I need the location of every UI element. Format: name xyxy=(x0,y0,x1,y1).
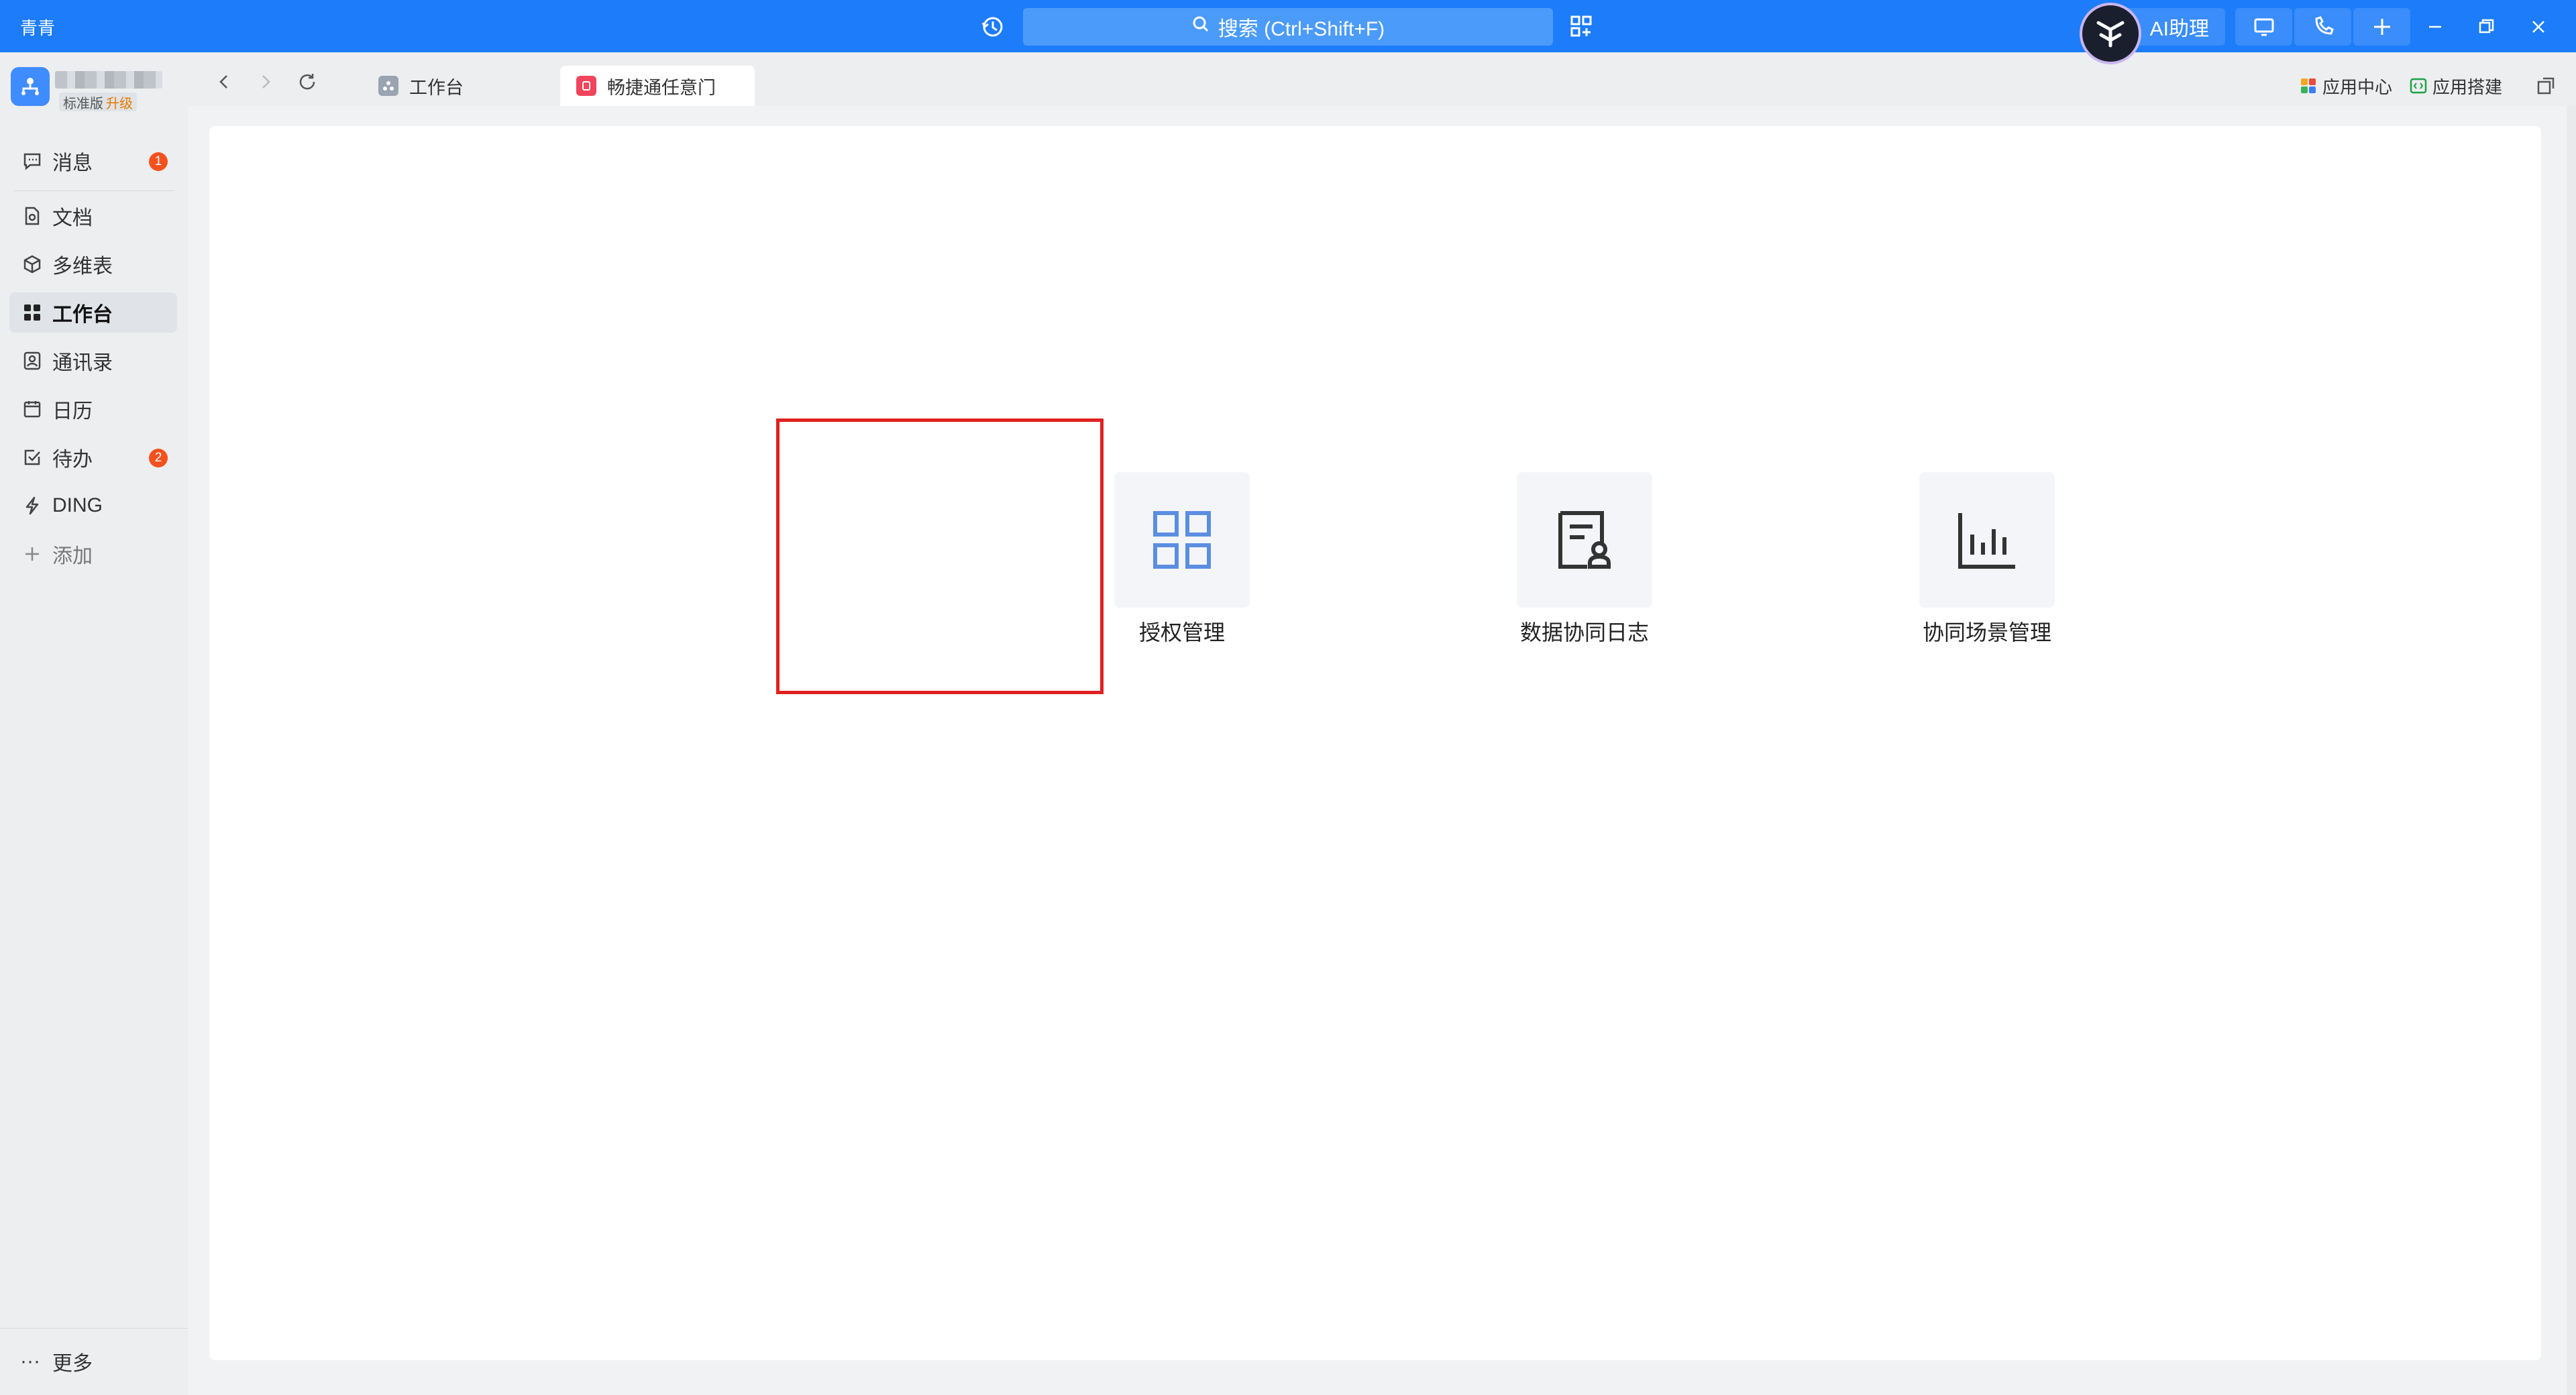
tab-workbench[interactable]: 工作台 xyxy=(362,66,557,106)
new-button[interactable] xyxy=(2353,8,2410,46)
plus-icon xyxy=(21,543,43,565)
app-builder-link[interactable]: 应用搭建 xyxy=(2410,72,2502,99)
app-center-label: 应用中心 xyxy=(2322,76,2393,97)
refresh-button[interactable] xyxy=(295,70,319,94)
app-collaboration-scene-management[interactable]: 协同场景管理 xyxy=(1886,472,2088,667)
back-button[interactable] xyxy=(212,70,236,94)
search-icon xyxy=(1191,15,1210,39)
app-tile[interactable] xyxy=(1114,472,1250,608)
sidebar: 标准版 升级 消息 1 文档 多维表 工作台 通讯录 日历 待办 2 DING … xyxy=(0,52,188,1395)
forward-button[interactable] xyxy=(254,70,278,94)
divider xyxy=(13,190,174,191)
sidebar-item-ding[interactable]: DING xyxy=(9,486,177,526)
workbench-tab-icon xyxy=(378,76,398,96)
close-icon xyxy=(2532,21,2544,33)
calendar-icon xyxy=(21,398,43,420)
sidebar-item-calendar[interactable]: 日历 xyxy=(9,389,177,429)
document-user-icon xyxy=(1558,511,1611,569)
app-tile[interactable] xyxy=(1919,472,2055,608)
sidebar-item-multi-table[interactable]: 多维表 xyxy=(9,244,177,284)
sidebar-item-label: 待办 xyxy=(52,449,93,471)
app-grid-icon[interactable] xyxy=(1568,13,1595,40)
grid-icon xyxy=(1153,511,1211,569)
screen-icon xyxy=(2254,18,2273,36)
sidebar-item-add[interactable]: 添加 xyxy=(9,534,177,574)
tab-changjietong-portal[interactable]: 畅捷通任意门 xyxy=(560,66,755,106)
close-button[interactable] xyxy=(2522,11,2555,43)
org-name-redacted[interactable] xyxy=(55,71,162,89)
app-data-sync-log[interactable]: 数据协同日志 xyxy=(1484,472,1685,667)
brand-label: 青青 xyxy=(20,18,56,38)
title-bar: 青青 搜索 (Ctrl+Shift+F) AI助理 xyxy=(0,0,2576,64)
app-builder-label: 应用搭建 xyxy=(2432,76,2503,97)
app-authorization-management[interactable]: 授权管理 xyxy=(1081,472,1283,667)
bar-chart-icon xyxy=(1958,513,2015,569)
upgrade-link[interactable]: 升级 xyxy=(106,93,133,112)
sidebar-item-workbench[interactable]: 工作台 xyxy=(9,292,177,333)
tab-label: 工作台 xyxy=(409,77,464,98)
document-icon xyxy=(21,205,43,227)
org-icon xyxy=(21,78,39,95)
open-external-button[interactable] xyxy=(2536,72,2556,99)
sidebar-item-messages[interactable]: 消息 1 xyxy=(9,141,177,181)
app-center-icon xyxy=(2301,78,2316,93)
sidebar-item-todo[interactable]: 待办 2 xyxy=(9,437,177,478)
app-label: 授权管理 xyxy=(1138,620,1225,645)
sidebar-item-label: 工作台 xyxy=(52,304,113,326)
restore-button[interactable] xyxy=(2470,11,2502,43)
app-center-link[interactable]: 应用中心 xyxy=(2300,72,2392,99)
sidebar-item-label: 日历 xyxy=(52,400,93,423)
sidebar-item-docs[interactable]: 文档 xyxy=(9,196,177,236)
tab-bar: 工作台 畅捷通任意门 应用中心 应用搭建 xyxy=(188,52,2576,106)
call-button[interactable] xyxy=(2294,8,2351,46)
more-dots-icon: ··· xyxy=(20,1350,40,1372)
sidebar-item-label: 通讯录 xyxy=(52,352,113,374)
org-logo[interactable] xyxy=(11,67,50,106)
sidebar-more-button[interactable]: ··· 更多 xyxy=(20,1347,93,1376)
sidebar-item-label: 文档 xyxy=(52,207,93,229)
global-search-input[interactable]: 搜索 (Ctrl+Shift+F) xyxy=(1023,8,1553,46)
more-label: 更多 xyxy=(52,1353,93,1375)
app-label: 协同场景管理 xyxy=(1922,620,2051,645)
code-icon xyxy=(2410,78,2427,94)
app-tab-icon xyxy=(576,76,596,96)
message-icon xyxy=(21,150,43,172)
main-area: 授权管理 数据协同日志 协同场景管理 xyxy=(188,106,2567,1380)
divider xyxy=(0,1328,188,1329)
highlight-box xyxy=(776,418,1104,694)
restore-icon xyxy=(2479,19,2494,34)
refresh-icon xyxy=(299,74,315,90)
cube-icon xyxy=(21,254,43,275)
external-window-icon xyxy=(2537,77,2555,95)
chevron-left-icon xyxy=(219,75,227,89)
org-plan-badge[interactable]: 标准版 升级 xyxy=(59,93,137,111)
todo-badge: 2 xyxy=(149,449,168,467)
sidebar-item-contacts[interactable]: 通讯录 xyxy=(9,341,177,381)
history-icon[interactable] xyxy=(979,13,1006,40)
sidebar-item-label: DING xyxy=(52,494,103,516)
plus-icon xyxy=(2373,19,2390,35)
plan-label: 标准版 xyxy=(63,96,103,111)
search-placeholder: 搜索 (Ctrl+Shift+F) xyxy=(1218,18,1385,40)
checkbox-icon xyxy=(21,447,43,468)
contacts-icon xyxy=(21,350,43,372)
sidebar-item-label: 添加 xyxy=(52,545,93,567)
portal-content: 授权管理 数据协同日志 协同场景管理 xyxy=(209,126,2541,1360)
sidebar-item-label: 消息 xyxy=(52,152,93,174)
minimize-button[interactable] xyxy=(2419,11,2451,43)
vertical-scrollbar[interactable] xyxy=(2567,106,2576,1395)
workbench-icon xyxy=(21,302,43,323)
sidebar-item-label: 多维表 xyxy=(52,256,113,278)
ai-avatar-icon[interactable] xyxy=(2080,3,2141,64)
ai-assistant-label: AI助理 xyxy=(2149,18,2209,40)
screen-share-button[interactable] xyxy=(2235,8,2292,46)
unread-badge: 1 xyxy=(149,152,168,171)
lightning-icon xyxy=(21,495,43,516)
app-tile[interactable] xyxy=(1517,472,1652,608)
tab-label: 畅捷通任意门 xyxy=(607,77,716,98)
minimize-icon xyxy=(2429,25,2441,28)
phone-icon xyxy=(2314,16,2334,35)
chevron-right-icon xyxy=(262,75,270,89)
app-label: 数据协同日志 xyxy=(1519,620,1649,645)
